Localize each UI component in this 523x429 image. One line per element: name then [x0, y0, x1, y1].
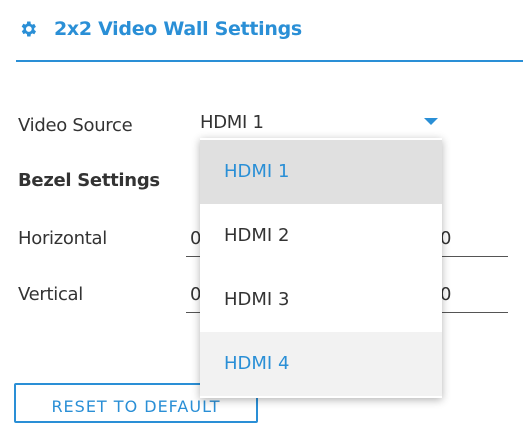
dropdown-option-hdmi-3[interactable]: HDMI 3 — [200, 268, 442, 332]
video-source-value: HDMI 1 — [200, 112, 264, 133]
page-title: 2x2 Video Wall Settings — [54, 18, 302, 40]
video-source-select[interactable]: HDMI 1 — [200, 108, 442, 141]
horizontal-label: Horizontal — [18, 228, 107, 249]
gear-icon — [21, 21, 36, 37]
bezel-settings-heading: Bezel Settings — [18, 170, 160, 191]
video-source-label: Video Source — [18, 115, 133, 136]
dropdown-option-hdmi-1[interactable]: HDMI 1 — [200, 140, 442, 204]
caret-down-icon[interactable] — [424, 118, 438, 125]
vertical-input-right[interactable]: 0 — [436, 284, 508, 313]
header-divider — [16, 60, 523, 62]
dropdown-option-hdmi-2[interactable]: HDMI 2 — [200, 204, 442, 268]
horizontal-input-right[interactable]: 0 — [436, 228, 508, 257]
dropdown-option-hdmi-4[interactable]: HDMI 4 — [200, 332, 442, 396]
video-source-dropdown: HDMI 1 HDMI 2 HDMI 3 HDMI 4 — [200, 138, 442, 398]
page-header: 2x2 Video Wall Settings — [18, 18, 302, 40]
vertical-label: Vertical — [18, 284, 83, 305]
